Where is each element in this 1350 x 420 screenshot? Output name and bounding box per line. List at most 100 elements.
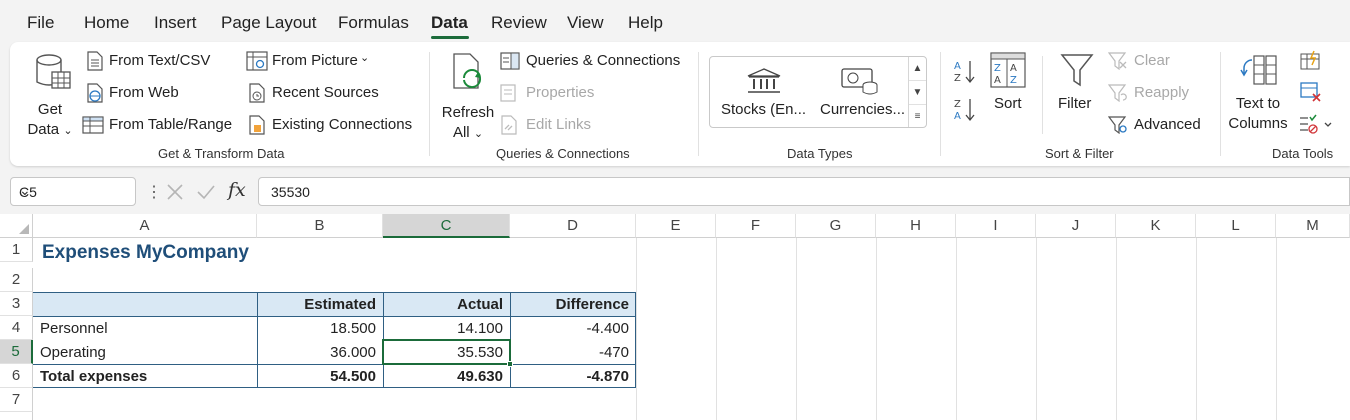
more-options-icon[interactable]: ⋮ (146, 182, 162, 202)
remove-duplicates-icon[interactable] (1300, 82, 1322, 102)
tab-help[interactable]: Help (628, 13, 663, 33)
column-header-j[interactable]: J (1036, 214, 1116, 238)
queries-connections-button[interactable]: Queries & Connections (500, 50, 685, 72)
from-picture-button[interactable]: From Picture ⌄ (246, 50, 376, 72)
column-header-g[interactable]: G (796, 214, 876, 238)
name-box[interactable]: C5 ⌄ (10, 177, 136, 206)
clear-filter-button[interactable]: Clear (1108, 50, 1188, 72)
cancel-icon[interactable] (166, 183, 184, 201)
reapply-filter-icon (1108, 84, 1127, 102)
row-header-1[interactable]: 1 (0, 238, 33, 262)
tab-page-layout[interactable]: Page Layout (221, 13, 316, 33)
gallery-more-icon[interactable]: ≡ (909, 105, 926, 129)
column-header-b[interactable]: B (257, 214, 383, 238)
column-header-d[interactable]: D (510, 214, 636, 238)
column-header-m[interactable]: M (1276, 214, 1350, 238)
total-cell[interactable]: 49.630 (383, 365, 510, 389)
table-cell-label[interactable]: Personnel (33, 317, 257, 341)
insert-function-icon[interactable]: fx (228, 179, 246, 201)
get-data-button[interactable]: Get Data ⌄ (24, 50, 84, 140)
table-cell-label[interactable]: Operating (33, 341, 257, 365)
table-cell[interactable]: -470 (510, 341, 636, 365)
menu-bar: File Home Insert Page Layout Formulas Da… (0, 0, 1350, 42)
select-all-corner[interactable] (0, 214, 33, 238)
column-header-f[interactable]: F (716, 214, 796, 238)
table-header-difference[interactable]: Difference (510, 293, 636, 317)
recent-file-icon (249, 83, 265, 103)
svg-text:A: A (994, 75, 1001, 86)
refresh-all-button[interactable]: Refresh All ⌄ (438, 50, 498, 141)
total-cell[interactable]: -4.870 (510, 365, 636, 389)
sort-z-to-a-button[interactable]: ZA (950, 94, 978, 124)
recent-sources-button[interactable]: Recent Sources (248, 82, 388, 104)
sort-button[interactable]: ZAAZ Sort (986, 50, 1030, 122)
filter-funnel-icon (1060, 54, 1094, 87)
picture-table-icon (246, 51, 268, 71)
reapply-button[interactable]: Reapply (1108, 82, 1198, 104)
cell-selection-border (382, 339, 511, 365)
tab-data[interactable]: Data (431, 13, 468, 33)
column-header-c[interactable]: C (383, 214, 510, 238)
svg-text:Z: Z (1010, 75, 1017, 86)
scroll-down-icon[interactable]: ▼ (909, 81, 926, 105)
table-cell[interactable]: 18.500 (257, 317, 383, 341)
edit-links-button[interactable]: Edit Links (500, 114, 620, 136)
currencies-data-type[interactable]: Currencies... (818, 61, 908, 123)
fill-handle[interactable] (507, 361, 513, 367)
table-header-estimated[interactable]: Estimated (257, 293, 383, 317)
row-header-4[interactable]: 4 (0, 316, 33, 340)
enter-check-icon[interactable] (196, 183, 216, 201)
table-cell[interactable]: 36.000 (257, 341, 383, 365)
from-web-button[interactable]: From Web (86, 82, 236, 104)
refresh-all-label: Refresh All ⌄ (441, 104, 495, 141)
chevron-down-icon[interactable]: ⌄ (19, 182, 127, 199)
properties-button[interactable]: Properties (500, 82, 620, 104)
svg-text:Z: Z (954, 99, 961, 110)
gridline (956, 238, 957, 420)
gridline (636, 238, 637, 420)
clear-filter-icon (1108, 52, 1127, 70)
tab-view[interactable]: View (567, 13, 604, 33)
svg-text:Z: Z (994, 63, 1001, 74)
refresh-icon (453, 53, 482, 89)
total-cell[interactable]: 54.500 (257, 365, 383, 389)
tab-file[interactable]: File (27, 13, 54, 33)
column-header-e[interactable]: E (636, 214, 716, 238)
column-header-k[interactable]: K (1116, 214, 1196, 238)
scroll-up-icon[interactable]: ▲ (909, 57, 926, 81)
filter-button[interactable]: Filter (1052, 50, 1102, 122)
sort-a-to-z-button[interactable]: AZ (950, 56, 978, 86)
from-text-csv-button[interactable]: From Text/CSV (86, 50, 236, 72)
row-header-8[interactable] (0, 412, 33, 420)
tab-review[interactable]: Review (491, 13, 547, 33)
total-label[interactable]: Total expenses (33, 365, 257, 389)
tab-formulas[interactable]: Formulas (338, 13, 409, 33)
text-file-icon (87, 51, 103, 71)
group-label-data-tools: Data Tools (1272, 146, 1334, 161)
table-header-actual[interactable]: Actual (383, 293, 510, 317)
sheet-title[interactable]: Expenses MyCompany (42, 242, 249, 264)
column-header-a[interactable]: A (33, 214, 257, 238)
table-cell[interactable]: 14.100 (383, 317, 510, 341)
table-cell[interactable]: -4.400 (510, 317, 636, 341)
text-to-columns-button[interactable]: Text to Columns (1228, 50, 1298, 140)
column-header-h[interactable]: H (876, 214, 956, 238)
flash-fill-icon[interactable] (1300, 50, 1322, 70)
existing-connections-button[interactable]: Existing Connections (248, 114, 418, 136)
column-header-i[interactable]: I (956, 214, 1036, 238)
tab-insert[interactable]: Insert (154, 13, 197, 33)
chevron-down-icon: ⌄ (473, 128, 484, 140)
row-header-2[interactable]: 2 (0, 268, 33, 292)
formula-input[interactable]: 35530 (258, 177, 1350, 206)
row-header-3[interactable]: 3 (0, 292, 33, 316)
data-validation-icon[interactable] (1298, 114, 1334, 134)
row-header-6[interactable]: 6 (0, 364, 33, 388)
tab-home[interactable]: Home (84, 13, 129, 33)
get-data-label: Get Data ⌄ (27, 101, 73, 138)
from-table-range-button[interactable]: From Table/Range (82, 114, 242, 136)
advanced-filter-button[interactable]: Advanced (1108, 114, 1208, 136)
row-header-7[interactable]: 7 (0, 388, 33, 412)
column-header-l[interactable]: L (1196, 214, 1276, 238)
stocks-data-type[interactable]: Stocks (En... (716, 61, 816, 123)
row-header-5[interactable]: 5 (0, 340, 33, 364)
